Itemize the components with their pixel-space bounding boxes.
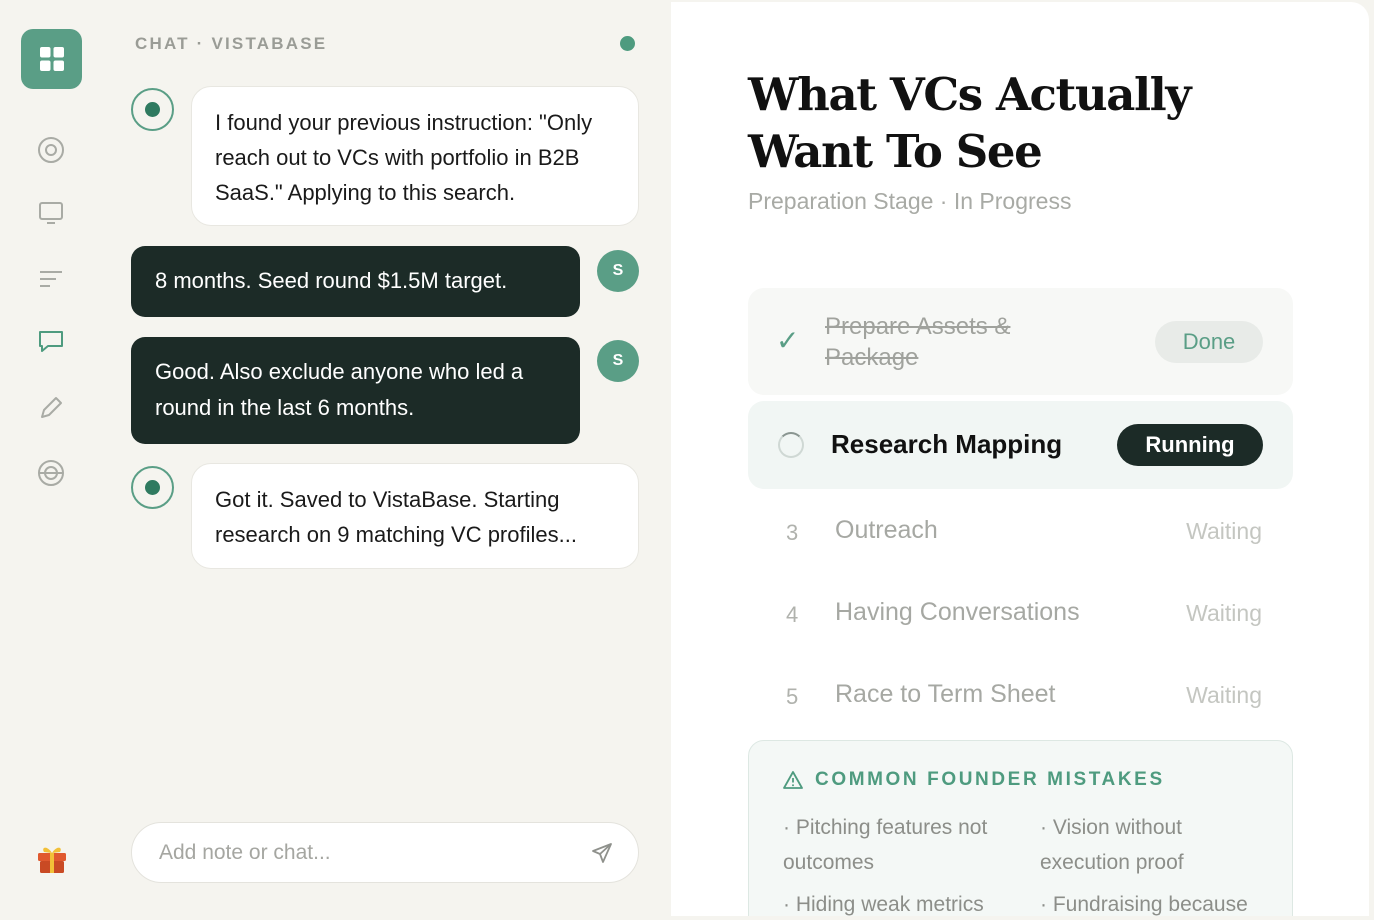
step-status: Waiting	[1186, 600, 1262, 626]
monitor-icon[interactable]	[31, 193, 71, 233]
step-done[interactable]: ✓ Prepare Assets & Package Done	[748, 288, 1293, 395]
pencil-icon[interactable]	[31, 388, 71, 428]
step-number: 5	[786, 684, 799, 709]
target-icon[interactable]	[31, 130, 71, 170]
list-icon[interactable]	[31, 259, 71, 299]
chat-message-user: 8 months. Seed round $1.5M target.	[131, 246, 580, 317]
step-title: Prepare Assets & Package	[825, 313, 1011, 371]
warning-icon	[783, 771, 803, 789]
step-status: Waiting	[1186, 518, 1262, 544]
app-window: CHAT · VISTABASE I found your previous i…	[0, 0, 1374, 920]
send-icon[interactable]	[588, 839, 616, 867]
chat-message-user: Good. Also exclude anyone who led a roun…	[131, 337, 580, 444]
user-avatar: S	[597, 250, 639, 292]
mistake-item: · Vision without execution proof	[1040, 816, 1184, 874]
assistant-avatar	[131, 88, 174, 131]
mistake-item: · Fundraising because	[1040, 893, 1248, 916]
globe-icon[interactable]	[31, 453, 71, 493]
step-running[interactable]: Research Mapping Running	[748, 401, 1293, 489]
step-number: 3	[786, 520, 799, 545]
grid-icon[interactable]	[21, 29, 82, 89]
chat-input[interactable]	[159, 823, 569, 882]
chat-message-assistant: Got it. Saved to VistaBase. Starting res…	[191, 463, 639, 569]
status-badge-done: Done	[1155, 321, 1263, 363]
page-title: What VCs Actually Want To See	[748, 68, 1192, 178]
chat-panel: CHAT · VISTABASE I found your previous i…	[103, 0, 671, 920]
step-row[interactable]: 5 Race to Term Sheet Waiting	[748, 678, 1293, 718]
user-avatar: S	[597, 340, 639, 382]
assistant-avatar	[131, 466, 174, 509]
step-number: 4	[786, 602, 799, 627]
gift-icon[interactable]	[32, 838, 72, 878]
icon-rail	[0, 0, 103, 920]
step-title: Having Conversations	[835, 598, 1080, 626]
chat-input-box	[131, 822, 639, 883]
mistakes-header: COMMON FOUNDER MISTAKES	[783, 769, 1165, 791]
mistakes-title: COMMON FOUNDER MISTAKES	[815, 769, 1165, 790]
step-title: Race to Term Sheet	[835, 680, 1056, 708]
chat-message-assistant: I found your previous instruction: "Only…	[191, 86, 639, 226]
step-row[interactable]: 3 Outreach Waiting	[748, 514, 1293, 554]
step-status: Waiting	[1186, 682, 1262, 708]
mistakes-card: COMMON FOUNDER MISTAKES · Pitching featu…	[748, 740, 1293, 916]
status-dot	[620, 36, 635, 51]
status-badge-running: Running	[1117, 424, 1263, 466]
mistake-item: · Pitching features not outcomes	[783, 816, 988, 874]
step-title: Research Mapping	[831, 429, 1063, 459]
page-subtitle: Preparation Stage · In Progress	[748, 188, 1072, 214]
step-title: Outreach	[835, 516, 938, 544]
spinner-icon	[778, 432, 804, 458]
detail-panel: What VCs Actually Want To See Preparatio…	[671, 2, 1369, 916]
chat-header: CHAT · VISTABASE	[135, 34, 328, 53]
step-row[interactable]: 4 Having Conversations Waiting	[748, 596, 1293, 636]
chat-icon[interactable]	[31, 321, 71, 361]
mistake-item: · Hiding weak metrics	[783, 893, 984, 916]
check-icon: ✓	[776, 325, 800, 356]
